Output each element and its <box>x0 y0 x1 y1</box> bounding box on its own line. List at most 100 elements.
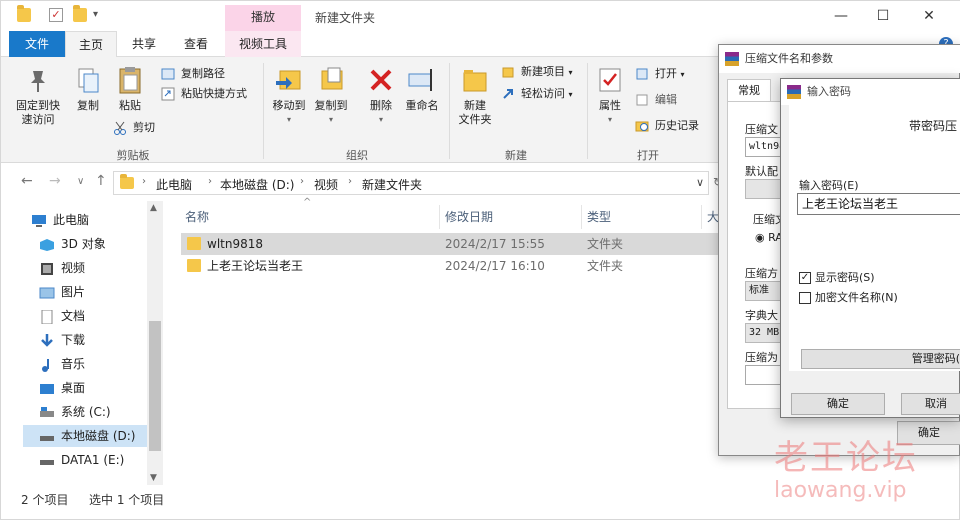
nav-item-this-pc[interactable]: 此电脑 <box>25 209 89 231</box>
nav-item-drive-c[interactable]: 系统 (C:) <box>33 401 111 423</box>
split-volumes-input[interactable] <box>745 365 785 385</box>
archive-name-input[interactable]: wltn98 <box>745 137 785 157</box>
quick-access-dropdown-icon[interactable]: ▾ <box>93 9 98 20</box>
drive-icon <box>39 429 55 443</box>
cut-label: 剪切 <box>133 121 155 134</box>
breadcrumb-this-pc[interactable]: 此电脑 <box>156 176 192 193</box>
compression-method-select[interactable]: 标准 <box>745 281 785 301</box>
new-item-button[interactable]: 新建项目 ▾ <box>501 63 573 81</box>
paste-shortcut-button[interactable]: 粘贴快捷方式 <box>161 85 247 103</box>
file-date: 2024/2/17 16:10 <box>445 259 545 273</box>
nav-item-pictures[interactable]: 图片 <box>33 281 85 303</box>
documents-icon <box>39 309 55 325</box>
cut-button[interactable]: 剪切 <box>113 119 155 137</box>
nav-item-drive-d[interactable]: 本地磁盘 (D:) <box>23 425 147 447</box>
navigation-pane: 此电脑 3D 对象 视频 图片 文档 下载 音乐 桌面 系统 (C:) 本地磁盘… <box>1 201 165 485</box>
delete-label: 删除 <box>370 99 392 112</box>
breadcrumb-new-folder[interactable]: 新建文件夹 <box>362 176 422 193</box>
tab-general[interactable]: 常规 <box>727 79 771 101</box>
rename-icon <box>407 65 437 95</box>
show-password-checkbox[interactable]: ✓ 显示密码(S) <box>799 271 875 285</box>
play-context-header: 播放 <box>225 5 301 31</box>
tab-view[interactable]: 查看 <box>171 31 221 57</box>
password-cancel-button[interactable]: 取消 <box>901 393 960 415</box>
properties-button[interactable]: 属性 ▾ <box>593 63 627 127</box>
column-header-type[interactable]: 类型 <box>587 205 611 229</box>
column-divider[interactable] <box>581 205 582 229</box>
paste-label: 粘贴 <box>119 99 141 112</box>
recent-dropdown-icon[interactable]: ∨ <box>77 176 84 187</box>
column-divider[interactable] <box>701 205 702 229</box>
dictionary-size-select[interactable]: 32 MB <box>745 323 785 343</box>
edit-icon <box>635 93 649 107</box>
edit-button[interactable]: 编辑 <box>635 91 677 109</box>
properties-quick-icon[interactable]: ✓ <box>49 8 63 22</box>
copy-to-dropdown-icon: ▾ <box>328 115 333 124</box>
default-config-button[interactable] <box>745 179 785 199</box>
delete-button[interactable]: 删除 ▾ <box>361 63 401 127</box>
history-button[interactable]: 历史记录 <box>635 117 699 135</box>
nav-label: 文档 <box>61 309 86 323</box>
password-input[interactable]: 上老王论坛当老王 <box>797 193 960 215</box>
breadcrumb-video[interactable]: 视频 <box>314 176 338 193</box>
nav-item-documents[interactable]: 文档 <box>33 305 85 327</box>
nav-item-desktop[interactable]: 桌面 <box>33 377 85 399</box>
tab-file[interactable]: 文件 <box>9 31 65 57</box>
scissors-icon <box>113 121 127 135</box>
table-row[interactable]: wltn9818 2024/2/17 15:55 文件夹 <box>181 233 719 255</box>
password-ok-button[interactable]: 确定 <box>791 393 885 415</box>
new-folder-button[interactable]: 新建 文件夹 <box>453 63 497 127</box>
new-folder-quick-icon[interactable] <box>73 5 87 22</box>
forward-arrow-icon[interactable]: → <box>49 173 61 189</box>
address-bar[interactable]: › 此电脑 › 本地磁盘 (D:) › 视频 › 新建文件夹 ∨ <box>113 171 709 195</box>
open-button[interactable]: 打开 ▾ <box>635 65 685 83</box>
copy-to-icon <box>316 65 346 95</box>
maximize-button[interactable]: ☐ <box>863 5 903 27</box>
tab-share[interactable]: 共享 <box>119 31 169 57</box>
nav-label: 图片 <box>61 285 86 299</box>
nav-item-music[interactable]: 音乐 <box>33 353 85 375</box>
nav-item-drive-e[interactable]: DATA1 (E:) <box>33 449 124 471</box>
back-arrow-icon[interactable]: ← <box>21 173 33 189</box>
paste-button[interactable]: 粘贴 <box>113 63 147 113</box>
table-row[interactable]: 上老王论坛当老王 2024/2/17 16:10 文件夹 <box>181 255 719 277</box>
computer-icon <box>31 213 47 227</box>
nav-item-video[interactable]: 视频 <box>33 257 85 279</box>
address-dropdown-icon[interactable]: ∨ <box>696 176 704 189</box>
copy-path-button[interactable]: 复制路径 <box>161 65 225 83</box>
copy-to-button[interactable]: 复制到 ▾ <box>311 63 351 127</box>
nav-scrollbar-thumb[interactable] <box>149 321 161 451</box>
encrypt-filenames-checkbox[interactable]: 加密文件名称(N) <box>799 291 898 305</box>
new-item-dropdown-icon: ▾ <box>568 68 573 77</box>
pin-quick-access-button[interactable]: 固定到快 速访问 <box>13 63 63 127</box>
copy-button[interactable]: 复制 <box>71 63 105 113</box>
column-header-date[interactable]: 修改日期 <box>445 205 493 229</box>
archive-name-label: 压缩文 <box>745 123 778 136</box>
up-arrow-icon[interactable]: ↑ <box>95 173 107 189</box>
new-folder-label-line2: 文件夹 <box>458 113 492 126</box>
nav-item-3d-objects[interactable]: 3D 对象 <box>33 233 106 255</box>
breadcrumb-drive-d[interactable]: 本地磁盘 (D:) <box>220 176 294 193</box>
manage-passwords-button[interactable]: 管理密码( <box>801 349 960 369</box>
column-header-name[interactable]: 名称 <box>185 205 209 229</box>
tab-home[interactable]: 主页 <box>65 31 117 57</box>
paste-shortcut-label: 粘贴快捷方式 <box>181 87 247 100</box>
scroll-up-icon[interactable]: ▲ <box>150 203 157 213</box>
archive-dialog-title-text: 压缩文件名和参数 <box>745 52 833 65</box>
close-button[interactable]: ✕ <box>909 5 949 27</box>
rename-button[interactable]: 重命名 <box>401 63 443 113</box>
split-volumes-label: 压缩为 <box>745 351 778 364</box>
properties-label: 属性 <box>599 99 621 112</box>
nav-label: 本地磁盘 (D:) <box>61 429 136 443</box>
nav-item-downloads[interactable]: 下载 <box>33 329 85 351</box>
format-rar-radio[interactable]: ◉ RA <box>755 231 783 244</box>
scroll-down-icon[interactable]: ▼ <box>150 473 157 483</box>
column-divider[interactable] <box>439 205 440 229</box>
move-to-button[interactable]: 移动到 ▾ <box>269 63 309 127</box>
easy-access-button[interactable]: 轻松访问 ▾ <box>501 85 573 103</box>
minimize-button[interactable]: — <box>821 5 861 27</box>
file-type: 文件夹 <box>587 259 624 273</box>
tab-video-tools[interactable]: 视频工具 <box>225 31 301 57</box>
organize-group-label: 组织 <box>346 149 368 162</box>
history-icon <box>635 119 649 133</box>
